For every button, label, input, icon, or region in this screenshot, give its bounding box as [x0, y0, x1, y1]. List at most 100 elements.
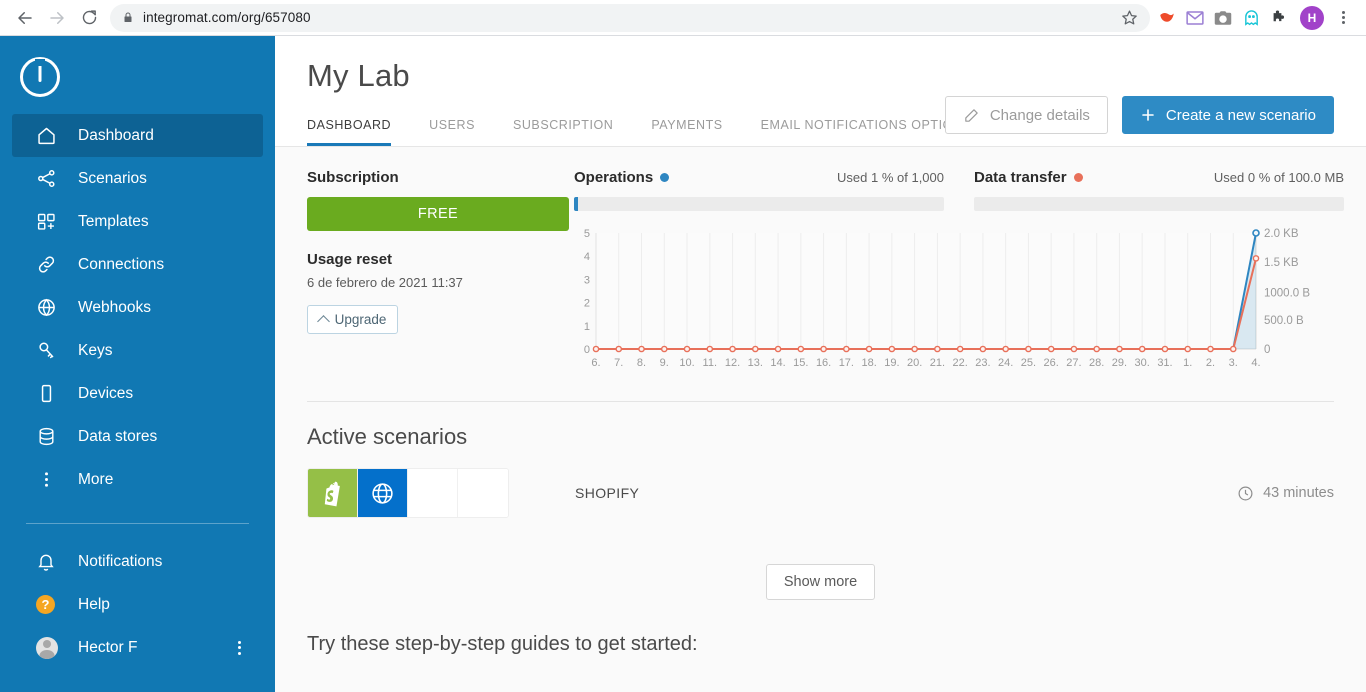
svg-text:21.: 21. — [930, 357, 945, 369]
sidebar-item-notifications[interactable]: Notifications — [12, 540, 263, 583]
reload-icon — [82, 10, 96, 25]
svg-text:1: 1 — [584, 321, 590, 333]
browser-profile-avatar[interactable]: H — [1300, 5, 1324, 30]
sidebar-item-webhooks[interactable]: Webhooks — [12, 286, 263, 329]
page-header: My Lab Change details Create a new scena… — [275, 36, 1366, 147]
dashboard-content: Subscription FREE Usage reset 6 de febre… — [275, 147, 1366, 656]
usage-line-chart: 0 1 2 3 4 5 0 500.0 B 1000.0 B 1.5 KB 2.0 KB 6. 7. 8.… — [574, 225, 1344, 373]
browser-menu-button[interactable] — [1330, 5, 1356, 31]
sidebar-item-user[interactable]: Hector F — [12, 626, 263, 669]
tab-dashboard[interactable]: DASHBOARD — [307, 112, 392, 146]
svg-text:31.: 31. — [1157, 357, 1172, 369]
tab-users[interactable]: USERS — [429, 112, 475, 146]
operations-title: Operations — [574, 169, 654, 186]
sidebar-item-label: Connections — [78, 255, 165, 273]
svg-text:27.: 27. — [1066, 357, 1081, 369]
sidebar-item-label: Webhooks — [78, 298, 151, 316]
chevron-up-icon — [316, 314, 330, 328]
svg-text:13.: 13. — [748, 357, 763, 369]
sidebar-item-scenarios[interactable]: Scenarios — [12, 157, 263, 200]
tab-email-notifications-options[interactable]: EMAIL NOTIFICATIONS OPTIONS — [761, 112, 972, 146]
svg-text:8.: 8. — [637, 357, 646, 369]
key-icon — [36, 340, 70, 361]
forward-arrow-icon — [50, 11, 64, 24]
star-icon[interactable] — [1121, 9, 1138, 26]
sidebar-item-help[interactable]: ? Help — [12, 583, 263, 626]
sidebar-item-label: Templates — [78, 212, 149, 230]
usage-reset-date: 6 de febrero de 2021 11:37 — [307, 275, 463, 290]
sidebar-item-templates[interactable]: Templates — [12, 200, 263, 243]
empty-app-slot — [458, 469, 508, 517]
tab-payments[interactable]: PAYMENTS — [651, 112, 722, 146]
upgrade-label: Upgrade — [334, 312, 387, 327]
sidebar-item-label: Dashboard — [78, 126, 154, 144]
svg-text:28.: 28. — [1089, 357, 1104, 369]
forward-button[interactable] — [42, 3, 72, 33]
svg-text:26.: 26. — [1044, 357, 1059, 369]
browser-nav-buttons — [10, 3, 104, 33]
create-scenario-button[interactable]: Create a new scenario — [1121, 96, 1334, 134]
device-icon — [36, 383, 70, 404]
svg-text:11.: 11. — [703, 357, 717, 369]
svg-text:12.: 12. — [725, 357, 740, 369]
svg-text:7.: 7. — [614, 357, 623, 369]
extension-icons — [1158, 9, 1292, 27]
tab-subscription[interactable]: SUBSCRIPTION — [513, 112, 613, 146]
browser-toolbar: integromat.com/org/657080 H — [0, 0, 1366, 36]
subscription-panel: Subscription FREE Usage reset 6 de febre… — [307, 169, 569, 373]
reload-button[interactable] — [74, 3, 104, 33]
svg-text:22.: 22. — [952, 357, 967, 369]
content-divider — [307, 401, 1334, 402]
svg-text:29.: 29. — [1112, 357, 1127, 369]
share-nodes-icon — [36, 168, 70, 189]
puzzle-extensions-icon[interactable] — [1270, 9, 1288, 27]
svg-text:1.: 1. — [1183, 357, 1192, 369]
sidebar-item-connections[interactable]: Connections — [12, 243, 263, 286]
usage-chart-panel: Operations Used 1 % of 1,000 Data transf… — [569, 169, 1344, 373]
svg-text:4.: 4. — [1251, 357, 1260, 369]
scenario-name: SHOPIFY — [575, 485, 640, 501]
operations-progress-bar — [574, 197, 944, 211]
guides-title: Try these step-by-step guides to get sta… — [307, 633, 698, 655]
back-button[interactable] — [10, 3, 40, 33]
svg-text:24.: 24. — [998, 357, 1013, 369]
logo-container[interactable] — [0, 46, 275, 108]
user-menu-icon[interactable] — [238, 640, 241, 655]
scenario-list-item[interactable]: SHOPIFY 43 minutes — [307, 468, 1334, 518]
header-actions: Change details Create a new scenario — [944, 96, 1334, 134]
svg-text:18.: 18. — [861, 357, 876, 369]
sidebar-item-more[interactable]: More — [12, 458, 263, 501]
sidebar-item-dashboard[interactable]: Dashboard — [12, 114, 263, 157]
svg-text:30.: 30. — [1135, 357, 1150, 369]
show-more-button[interactable]: Show more — [765, 564, 876, 600]
sidebar-item-keys[interactable]: Keys — [12, 329, 263, 372]
pocket-extension-icon[interactable] — [1158, 9, 1176, 27]
http-globe-icon — [358, 469, 408, 517]
app-shell: Dashboard Scenarios Templates Connection… — [0, 36, 1366, 692]
address-bar[interactable]: integromat.com/org/657080 — [110, 3, 1150, 32]
back-arrow-icon — [18, 11, 32, 24]
svg-text:5: 5 — [584, 228, 590, 240]
mail-extension-icon[interactable] — [1186, 9, 1204, 27]
sidebar-item-devices[interactable]: Devices — [12, 372, 263, 415]
sidebar-nav: Dashboard Scenarios Templates Connection… — [0, 114, 275, 501]
svg-text:1.5 KB: 1.5 KB — [1264, 257, 1299, 269]
metric-headers: Operations Used 1 % of 1,000 Data transf… — [574, 169, 1344, 211]
svg-text:10.: 10. — [679, 357, 694, 369]
operations-legend-dot-icon — [660, 173, 670, 182]
svg-text:1000.0 B: 1000.0 B — [1264, 287, 1310, 299]
svg-text:19.: 19. — [884, 357, 899, 369]
scenario-interval-label: 43 minutes — [1263, 485, 1334, 501]
upgrade-button[interactable]: Upgrade — [307, 305, 398, 334]
integromat-logo — [20, 57, 60, 97]
svg-text:23.: 23. — [975, 357, 990, 369]
home-icon — [36, 125, 70, 146]
screenshot-extension-icon[interactable] — [1214, 9, 1232, 27]
data-transfer-title: Data transfer — [974, 169, 1067, 186]
shopify-icon — [308, 469, 358, 517]
change-details-button[interactable]: Change details — [944, 96, 1108, 134]
ghost-extension-icon[interactable] — [1242, 9, 1260, 27]
address-bar-right — [1121, 9, 1138, 26]
operations-metric: Operations Used 1 % of 1,000 — [574, 169, 944, 211]
sidebar-item-data-stores[interactable]: Data stores — [12, 415, 263, 458]
